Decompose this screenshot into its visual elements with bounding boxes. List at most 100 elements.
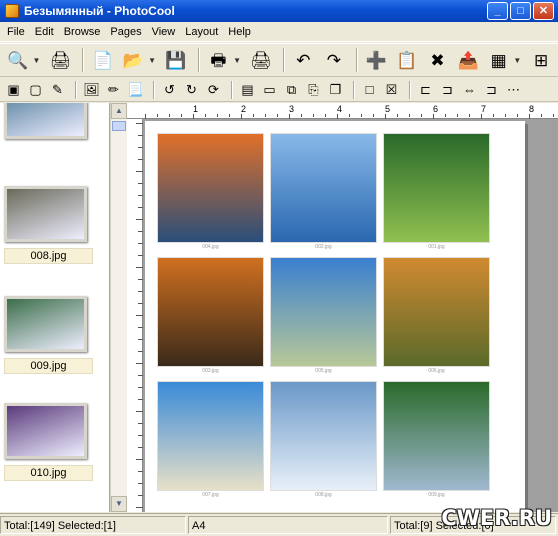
cross-box-icon[interactable]: ☒ (382, 80, 401, 99)
paste-icon[interactable]: ⎘ (304, 80, 323, 99)
rotate-left-icon[interactable]: ↺ (160, 80, 179, 99)
new-page-button[interactable]: 📄 (89, 47, 117, 73)
page-photo[interactable] (383, 381, 490, 491)
menu-file[interactable]: File (2, 26, 30, 38)
thumbnail-image[interactable] (4, 103, 87, 139)
menu-help[interactable]: Help (223, 26, 256, 38)
frame-icon[interactable]: ▢ (26, 80, 45, 99)
ruler-tick (138, 291, 143, 292)
ruler-tick (136, 267, 143, 268)
scroll-thumb[interactable] (112, 121, 126, 131)
distribute-icon[interactable]: ⇔ (460, 80, 479, 99)
fit-page-icon[interactable]: ▭ (260, 80, 279, 99)
thumbnail-scrollbar[interactable]: ▲ ▼ (110, 103, 127, 512)
page-photo[interactable] (270, 133, 377, 243)
align-left-icon[interactable]: ⊏ (416, 80, 435, 99)
image-edit-icon[interactable]: 🖼 (82, 80, 101, 99)
photo-caption: 006.jpg (428, 368, 445, 374)
ruler-tick (385, 114, 386, 119)
menu-edit[interactable]: Edit (30, 26, 59, 38)
rotate-right-icon[interactable]: ↻ (182, 80, 201, 99)
page-photo[interactable] (270, 381, 377, 491)
thumbnail-image[interactable] (4, 403, 87, 459)
thumbnail-image[interactable] (4, 186, 87, 242)
layout-page[interactable]: 004.jpg 002.jpg 001.jpg 003.jpg 005.jpg 006.j… (145, 121, 525, 512)
search-folder-button[interactable]: 🔍 (4, 47, 32, 73)
maximize-button[interactable]: □ (510, 2, 531, 20)
search-folder-icon: 🔍 (7, 50, 29, 70)
ruler-tick (138, 183, 143, 184)
print-preview-button[interactable]: 🖶 (205, 47, 233, 73)
windows-flag-button[interactable]: ⊞ (527, 47, 555, 73)
delete-page-button[interactable]: ✖ (424, 47, 452, 73)
fit-width-icon[interactable]: ▤ (238, 80, 257, 99)
scanner-button[interactable]: 🖨 (46, 47, 74, 73)
page-photo[interactable] (383, 133, 490, 243)
thumbnail-image[interactable] (4, 296, 87, 352)
thumbnail-item[interactable] (4, 103, 93, 139)
minimize-button[interactable]: _ (487, 2, 508, 20)
scroll-up-arrow[interactable]: ▲ (111, 103, 127, 119)
page-canvas[interactable]: 1 2 3 4 5 6 7 8 004.jpg 002.jpg 001.jpg 003.jpg 005… (127, 103, 558, 512)
scroll-down-arrow[interactable]: ▼ (111, 496, 127, 512)
align-right-icon[interactable]: ⊐ (482, 80, 501, 99)
stamp-icon[interactable]: ✎ (48, 80, 67, 99)
ruler-tick (253, 114, 254, 117)
export-button[interactable]: 📤 (454, 47, 482, 73)
photo-caption: 007.jpg (202, 492, 219, 498)
page-photo[interactable] (157, 257, 264, 367)
dropdown-arrow-icon[interactable]: ▼ (233, 56, 241, 65)
scanner-icon: 🖨 (49, 50, 72, 70)
ruler-tick (138, 387, 143, 388)
dropdown-arrow-icon[interactable]: ▼ (513, 56, 521, 65)
ruler-tick (337, 114, 338, 119)
menu-browse[interactable]: Browse (59, 26, 106, 38)
undo-button[interactable]: ↶ (290, 47, 318, 73)
thumbnail-panel[interactable]: 008.jpg009.jpg010.jpg011.jpg (0, 103, 110, 512)
dropdown-arrow-icon[interactable]: ▼ (148, 56, 156, 65)
open-folder-button[interactable]: 📂 (120, 47, 148, 73)
page-photo[interactable] (157, 133, 264, 243)
add-page-button[interactable]: ➕ (363, 47, 391, 73)
thumbnail-label[interactable]: 010.jpg (4, 465, 93, 481)
flip-icon[interactable]: ⟳ (204, 80, 223, 99)
save-button[interactable]: 💾 (162, 47, 190, 73)
ruler-tick (529, 114, 530, 119)
toolbar-separator (75, 80, 77, 99)
toolbar-separator (409, 80, 411, 99)
close-button[interactable]: ✕ (533, 2, 554, 20)
align-center-icon[interactable]: ⊐ (438, 80, 457, 99)
redo-button[interactable]: ↷ (320, 47, 348, 73)
document-icon[interactable]: 📃 (126, 80, 145, 99)
page-photo[interactable] (270, 257, 377, 367)
page-photo[interactable] (157, 381, 264, 491)
ruler-tick (541, 114, 542, 117)
ruler-tick (138, 399, 143, 400)
more-icon[interactable]: ⋯ (504, 80, 523, 99)
page-photo[interactable] (383, 257, 490, 367)
dropdown-arrow-icon[interactable]: ▼ (33, 56, 41, 65)
copy-icon[interactable]: ⧉ (282, 80, 301, 99)
thumbnail-label[interactable]: 009.jpg (4, 358, 93, 374)
toolbar-separator (82, 48, 85, 72)
insert-page-button[interactable]: 📋 (393, 47, 421, 73)
arrange-icon[interactable]: ❐ (326, 80, 345, 99)
thumbnail-item[interactable]: 008.jpg (4, 186, 93, 264)
pencil-icon[interactable]: ✏ (104, 80, 123, 99)
menu-view[interactable]: View (147, 26, 181, 38)
rectangle-icon[interactable]: □ (360, 80, 379, 99)
print-button[interactable]: 🖨 (247, 47, 275, 73)
menu-pages[interactable]: Pages (105, 26, 146, 38)
layout-grid-button[interactable]: ▦ (485, 47, 513, 73)
thumbnail-item[interactable]: 009.jpg (4, 296, 93, 374)
ruler-tick (138, 159, 143, 160)
ruler-tick (517, 114, 518, 117)
ruler-tick (138, 483, 143, 484)
ruler-tick (217, 114, 218, 117)
ruler-tick (277, 114, 278, 117)
thumbnail-item[interactable]: 010.jpg (4, 403, 93, 481)
thumbnail-label[interactable]: 008.jpg (4, 248, 93, 264)
menu-layout[interactable]: Layout (180, 26, 223, 38)
ruler-tick (181, 114, 182, 117)
page-setup-icon[interactable]: ▣ (4, 80, 23, 99)
